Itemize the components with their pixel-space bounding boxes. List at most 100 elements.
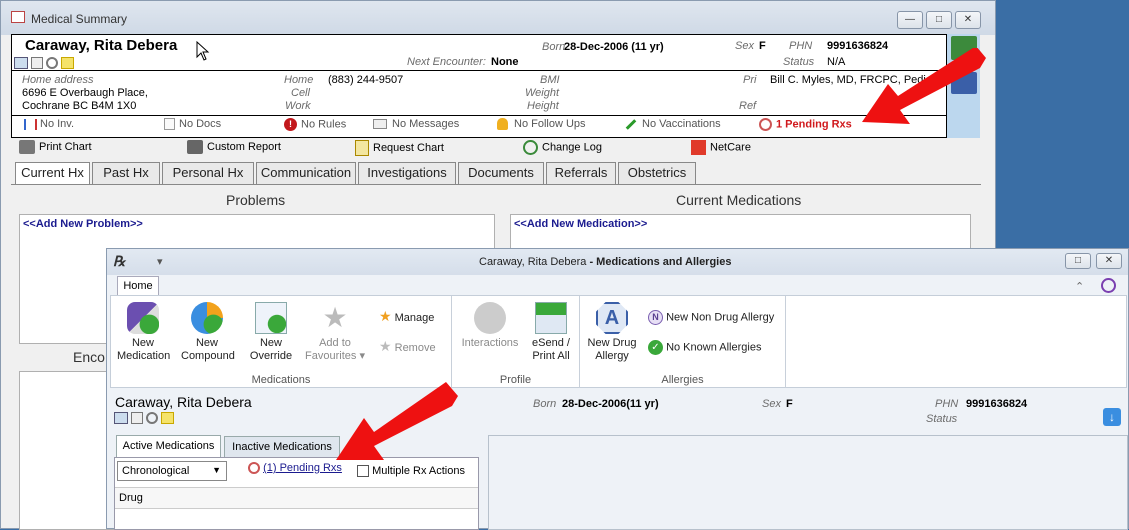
star-remove-icon: ★: [379, 338, 392, 354]
rx-born-value: 28-Dec-2006(11 yr): [562, 398, 659, 410]
patient-name: Caraway, Rita Debera: [25, 37, 178, 54]
bell-icon: [497, 118, 508, 131]
interactions-button[interactable]: Interactions: [458, 302, 522, 350]
close-button[interactable]: ✕: [955, 11, 981, 29]
pending-rx-icon: [248, 462, 260, 475]
no-vaccinations-status[interactable]: No Vaccinations: [625, 118, 721, 130]
document-icon: [164, 118, 175, 131]
profile-group-label: Profile: [499, 374, 532, 386]
tab-documents[interactable]: Documents: [458, 162, 544, 184]
multiple-rx-actions-checkbox[interactable]: Multiple Rx Actions: [357, 465, 465, 478]
pending-rxs-status[interactable]: 1 Pending Rxs: [759, 118, 852, 131]
cell-label: Cell: [291, 87, 310, 99]
envelope-icon: [373, 119, 387, 130]
encounters-title: Enco: [73, 349, 105, 365]
pending-rxs-link[interactable]: (1) Pending Rxs: [263, 462, 342, 474]
medications-allergies-window: ℞ ▾ Caraway, Rita Debera - Medications a…: [106, 248, 1129, 530]
change-log-button[interactable]: Change Log: [523, 140, 602, 160]
rx-status-label: Status: [926, 413, 958, 425]
maximize-button[interactable]: □: [926, 11, 952, 29]
document-icon[interactable]: [31, 57, 44, 70]
tab-personal-hx[interactable]: Personal Hx: [162, 162, 254, 184]
tab-investigations[interactable]: Investigations: [358, 162, 456, 184]
override-plus-icon: [255, 302, 287, 334]
manage-button[interactable]: ★ Manage: [379, 308, 449, 325]
no-known-allergies-button[interactable]: ✓ No Known Allergies: [648, 340, 784, 355]
patient-icons: [14, 57, 80, 71]
add-new-medication-link[interactable]: <<Add New Medication>>: [514, 218, 647, 230]
summary-window-title: Medical Summary: [31, 12, 128, 26]
pending-rxs-link-group[interactable]: (1) Pending Rxs: [248, 462, 342, 475]
drug-column-header[interactable]: Drug: [115, 487, 478, 509]
rx-title-bar[interactable]: ℞ ▾ Caraway, Rita Debera - Medications a…: [107, 249, 1128, 275]
test-tubes-icon: [24, 118, 37, 130]
allergies-group-label: Allergies: [661, 374, 704, 386]
tab-current-hx[interactable]: Current Hx: [15, 162, 90, 185]
summary-title-bar[interactable]: Medical Summary — □ ✕: [1, 1, 995, 35]
tab-referrals[interactable]: Referrals: [546, 162, 616, 184]
medications-group: New Medication New Compound New Override ★ …: [111, 296, 452, 388]
custom-report-button[interactable]: Custom Report: [187, 140, 281, 160]
note-icon[interactable]: [161, 412, 175, 425]
pending-rx-icon: [759, 118, 772, 131]
star-plus-icon: ★: [322, 302, 348, 333]
mouse-cursor-icon: [196, 41, 210, 61]
window-app-icon: [11, 11, 25, 23]
rx-sex-label: Sex: [762, 398, 781, 410]
no-rules-status[interactable]: ! No Rules: [284, 118, 346, 131]
checkbox-icon[interactable]: [357, 465, 369, 478]
scroll-down-icon[interactable]: ↓: [1103, 408, 1121, 426]
header-divider: [12, 70, 948, 71]
new-medication-button[interactable]: New Medication: [117, 302, 170, 363]
minimize-button[interactable]: —: [897, 11, 923, 29]
new-override-button[interactable]: New Override: [245, 302, 297, 363]
remove-button[interactable]: ★ Remove: [379, 338, 449, 355]
checkmark-icon: ✓: [648, 340, 663, 355]
no-inv-status[interactable]: No Inv.: [24, 118, 74, 130]
help-icon[interactable]: [1101, 278, 1116, 293]
esend-icon: [535, 302, 567, 334]
home-phone-label: Home: [284, 74, 314, 86]
tab-obstetrics[interactable]: Obstetrics: [618, 162, 696, 184]
print-chart-button[interactable]: Print Chart: [19, 140, 92, 160]
rx-close-button[interactable]: ✕: [1096, 253, 1122, 269]
tab-communication[interactable]: Communication: [256, 162, 356, 184]
tab-past-hx[interactable]: Past Hx: [92, 162, 160, 184]
esend-print-all-button[interactable]: eSend / Print All: [526, 302, 576, 363]
ribbon-home-tab[interactable]: Home: [117, 276, 159, 296]
add-new-problem-link[interactable]: <<Add New Problem>>: [23, 218, 143, 230]
rx-sex-value: F: [786, 398, 793, 410]
printer-icon: [19, 140, 35, 154]
rx-maximize-button[interactable]: □: [1065, 253, 1091, 269]
request-chart-button[interactable]: Request Chart: [355, 140, 444, 160]
search-icon[interactable]: [46, 57, 59, 70]
no-docs-status[interactable]: No Docs: [164, 118, 221, 131]
tab-active-medications[interactable]: Active Medications: [116, 435, 221, 458]
home-phone-value: (883) 244-9507: [328, 74, 404, 86]
next-encounter-value: None: [491, 56, 519, 68]
netcare-button[interactable]: NetCare: [691, 140, 751, 160]
document-icon[interactable]: [131, 412, 144, 425]
no-follow-ups-status[interactable]: No Follow Ups: [497, 118, 586, 131]
new-non-drug-allergy-button[interactable]: N New Non Drug Allergy: [648, 310, 784, 325]
home-address-label: Home address: [22, 74, 94, 86]
quick-access-dropdown-icon[interactable]: ▾: [157, 255, 163, 268]
note-icon[interactable]: [61, 57, 75, 70]
sort-order-select[interactable]: Chronological ▼: [117, 461, 227, 481]
tab-inactive-medications[interactable]: Inactive Medications: [224, 436, 340, 458]
new-drug-allergy-button[interactable]: A New Drug Allergy: [584, 302, 640, 363]
collapse-ribbon-icon[interactable]: ⌃: [1075, 280, 1084, 293]
card-icon[interactable]: [14, 57, 28, 70]
new-compound-button[interactable]: New Compound: [181, 302, 235, 363]
active-medications-panel: Chronological ▼ (1) Pending Rxs Multiple…: [114, 457, 479, 530]
search-icon[interactable]: [146, 412, 159, 425]
weight-label: Weight: [525, 87, 560, 99]
no-messages-status[interactable]: No Messages: [373, 118, 459, 130]
report-icon: [187, 140, 203, 154]
rx-window-title: Caraway, Rita Debera - Medications and A…: [479, 256, 732, 268]
star-icon: ★: [379, 308, 392, 324]
status-value: N/A: [827, 56, 846, 68]
address-line2: Cochrane BC B4M 1X0: [22, 100, 137, 112]
card-icon[interactable]: [114, 412, 128, 425]
add-to-favourites-button[interactable]: ★ Add to Favourites ▾: [303, 302, 367, 363]
